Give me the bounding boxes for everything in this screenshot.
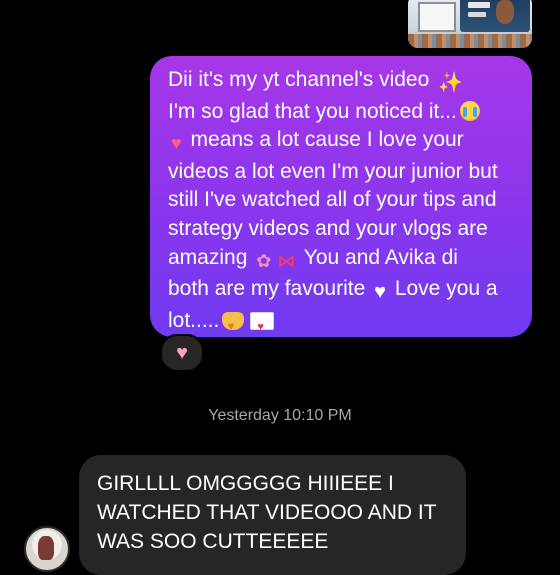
thumbnail-sign-detail (468, 12, 486, 17)
message-text: I'm so glad that you noticed it... (168, 99, 457, 123)
message-text: videos a lot even I'm your junior but (168, 159, 498, 183)
thumbnail-sign-detail (468, 2, 490, 8)
message-line: lot..... (168, 307, 520, 341)
incoming-message-bubble[interactable]: GIRLLLL OMGGGGG HIIIEEE I WATCHED THAT V… (79, 455, 466, 575)
message-line: WAS SOO CUTTEEEEE (97, 530, 329, 553)
heart-icon: ♥ (171, 133, 182, 154)
message-text: Love you a (388, 277, 498, 301)
shared-video-thumbnail[interactable] (408, 0, 532, 48)
message-text: lot..... (168, 308, 220, 332)
thumbnail-window-detail (418, 2, 456, 32)
message-timestamp: Yesterday 10:10 PM (208, 407, 352, 424)
ribbon-icon: ⋈ (277, 250, 296, 271)
message-text: both are my favourite (168, 277, 366, 301)
message-line: amazing ✿ ⋈ You and Avika di (168, 244, 520, 276)
message-line: both are my favourite ♥ Love you a (168, 275, 520, 307)
message-line: Dii it's my yt channel's video ✨ (168, 66, 520, 98)
message-line: videos a lot even I'm your junior but (168, 158, 520, 187)
loudly-crying-face-icon (459, 100, 480, 121)
message-text: means a lot cause I love your (184, 128, 464, 152)
message-text: strategy videos and your vlogs are (168, 216, 488, 240)
message-line: GIRLLLL OMGGGGG HIIIEEE I (97, 472, 394, 495)
sender-avatar[interactable] (24, 526, 70, 572)
message-line: ♥ means a lot cause I love your (168, 126, 520, 158)
tulip-icon: ✿ (256, 250, 272, 271)
heart-hands-icon (222, 311, 245, 340)
thumbnail-desk-detail (408, 34, 532, 48)
message-line: still I've watched all of your tips and (168, 186, 520, 215)
white-heart-icon: ♥ (374, 281, 386, 304)
message-text: still I've watched all of your tips and (168, 188, 497, 212)
love-letter-icon (250, 311, 275, 341)
avatar-figure (38, 536, 54, 560)
message-line: I'm so glad that you noticed it... (168, 98, 520, 127)
message-reaction[interactable]: ♥ (160, 334, 204, 372)
message-line: WATCHED THAT VIDEOOO AND IT (97, 501, 437, 524)
outgoing-message-bubble[interactable]: Dii it's my yt channel's video ✨ I'm so … (150, 56, 532, 341)
message-text: Dii it's my yt channel's video (168, 68, 430, 91)
message-text: amazing (168, 245, 248, 269)
message-text: You and Avika di (298, 245, 458, 269)
thumbnail-person-detail (496, 0, 514, 24)
sparkles-icon: ✨ (438, 72, 464, 94)
pink-heart-icon: ♥ (176, 341, 188, 364)
message-line: strategy videos and your vlogs are (168, 215, 520, 244)
